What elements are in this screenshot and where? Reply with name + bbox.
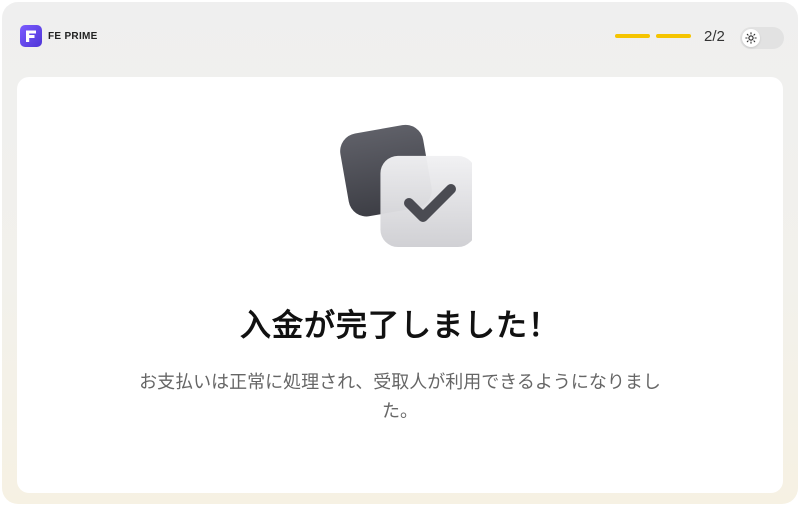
brand-logo: FE PRIME bbox=[20, 25, 98, 47]
theme-toggle-knob[interactable] bbox=[742, 29, 760, 47]
sun-icon bbox=[745, 32, 757, 44]
progress-segment-2 bbox=[656, 34, 691, 38]
step-progress-bar bbox=[615, 34, 691, 38]
app-window: FE PRIME 2/2 入金が完了しました！ お支払いは正常に処理され、受取人… bbox=[2, 2, 798, 504]
progress-segment-1 bbox=[615, 34, 650, 38]
confirmation-message: お支払いは正常に処理され、受取人が利用できるようになりました。 bbox=[139, 372, 661, 422]
brand-logo-icon bbox=[20, 25, 42, 47]
step-counter: 2/2 bbox=[704, 28, 725, 45]
confirmation-card: 入金が完了しました！ お支払いは正常に処理され、受取人が利用できるようになりまし… bbox=[17, 77, 783, 493]
theme-toggle[interactable] bbox=[740, 27, 784, 49]
page-title: 入金が完了しました！ bbox=[240, 308, 560, 344]
header: FE PRIME 2/2 bbox=[2, 2, 798, 74]
brand-name: FE PRIME bbox=[48, 30, 98, 42]
checkmark-card-icon bbox=[340, 124, 472, 248]
